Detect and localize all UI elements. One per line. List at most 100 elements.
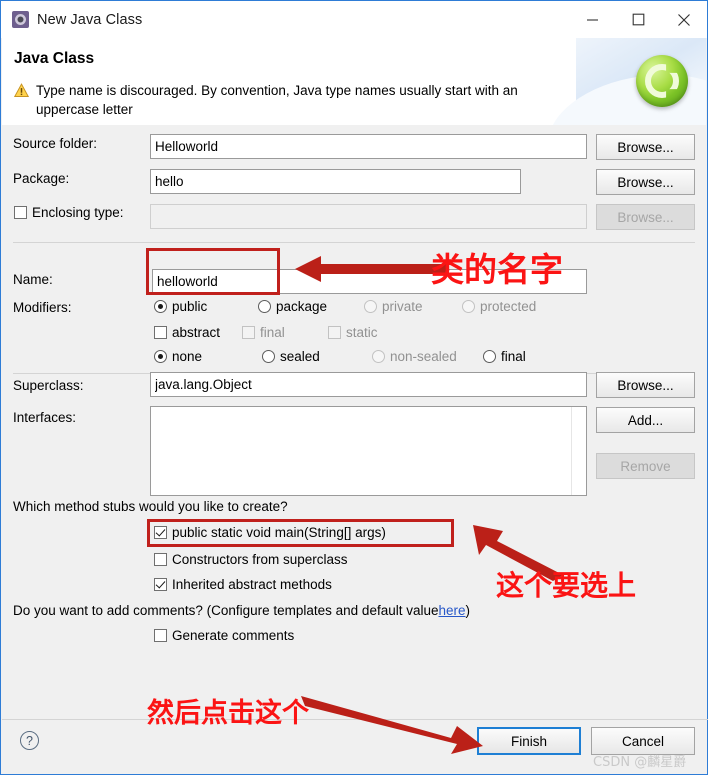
modifier-radio-protected[interactable]: protected [462,299,536,314]
warning-text: Type name is discouraged. By convention,… [36,83,518,117]
modifier-protected-label: protected [480,299,537,314]
window-controls [569,1,707,38]
name-label-wrap: Name: [13,272,53,287]
package-input[interactable] [150,169,521,194]
radio-non-sealed-dot [372,350,385,363]
divider-1 [13,242,695,243]
modifier-radio-package[interactable]: package [258,299,327,314]
package-browse-button[interactable]: Browse... [596,169,695,195]
interfaces-remove-button[interactable]: Remove [596,453,695,479]
modifier-abstract-label: abstract [172,325,221,340]
method-stubs-question-wrap: Which method stubs would you like to cre… [13,499,288,514]
enclosing-type-label: Enclosing type: [32,205,124,220]
modifiers-label: Modifiers: [13,300,72,315]
new-java-class-dialog: New Java Class Java Class Type name is d… [0,0,708,775]
radio-protected-dot [462,300,475,313]
page-title: Java Class [14,50,95,67]
radio-none-dot [154,350,167,363]
window-title: New Java Class [37,11,143,28]
enclosing-type-checkbox[interactable]: Enclosing type: [14,205,124,220]
title-bar: New Java Class [1,1,707,38]
annotation-text-finish: 然后点击这个 [147,698,309,729]
modifier-checkbox-final[interactable]: final [242,325,285,340]
checkbox-constructors-box [154,553,167,566]
modifier-radio-private[interactable]: private [364,299,423,314]
source-folder-browse-button[interactable]: Browse... [596,134,695,160]
stub-checkbox-inherited[interactable]: Inherited abstract methods [154,577,332,592]
annotation-text-stub: 这个要选上 [496,569,637,602]
radio-public-dot [154,300,167,313]
superclass-label-wrap: Superclass: [13,378,84,393]
stub-constructors-label: Constructors from superclass [172,552,348,567]
modifier-final-label: final [260,325,285,340]
warning-message: Type name is discouraged. By convention,… [14,81,571,119]
help-question-icon[interactable]: ? [20,731,39,750]
checkbox-final-box [242,326,255,339]
radio-private-dot [364,300,377,313]
modifier-radio-non-sealed[interactable]: non-sealed [372,349,457,364]
superclass-label: Superclass: [13,378,84,393]
interfaces-list[interactable] [150,406,587,496]
modifier-private-label: private [382,299,423,314]
interfaces-add-button[interactable]: Add... [596,407,695,433]
interfaces-scrollbar[interactable] [571,407,586,495]
superclass-browse-button[interactable]: Browse... [596,372,695,398]
modifier-checkbox-abstract[interactable]: abstract [154,325,220,340]
enclosing-type-input[interactable] [150,204,587,229]
modifier-checkbox-static[interactable]: static [328,325,378,340]
modifier-radio-public[interactable]: public [154,299,207,314]
source-folder-label: Source folder: [13,136,98,151]
interfaces-label-wrap: Interfaces: [13,410,76,425]
checkbox-inherited-box [154,578,167,591]
modifier-static-label: static [346,325,378,340]
checkbox-main-box [154,526,167,539]
dialog-banner: Java Class Type name is discouraged. By … [2,38,706,125]
stub-checkbox-main[interactable]: public static void main(String[] args) [154,525,386,540]
modifier-sealed-label: sealed [280,349,320,364]
source-folder-label-wrap: Source folder: [13,136,97,151]
generate-comments-label: Generate comments [172,628,295,643]
modifier-radio-final-sealed[interactable]: final [483,349,526,364]
modifier-public-label: public [172,299,208,314]
interfaces-label: Interfaces: [13,410,77,425]
name-label: Name: [13,272,53,287]
modifier-package-label: package [276,299,328,314]
minimize-button[interactable] [569,1,615,38]
checkbox-generate-comments-box [154,629,167,642]
modifier-none-label: none [172,349,203,364]
java-class-icon [12,11,29,28]
close-button[interactable] [661,1,707,38]
radio-package-dot [258,300,271,313]
footer-divider [2,719,708,720]
enclosing-type-browse-button[interactable]: Browse... [596,204,695,230]
eclipse-green-c-logo [636,55,688,107]
comments-question-suffix: ) [465,603,471,618]
modifier-radio-sealed[interactable]: sealed [262,349,320,364]
configure-templates-link[interactable]: here [439,603,466,618]
stub-main-label: public static void main(String[] args) [172,525,386,540]
stub-checkbox-constructors[interactable]: Constructors from superclass [154,552,348,567]
stub-inherited-label: Inherited abstract methods [172,577,332,592]
comments-question-wrap: Do you want to add comments? (Configure … [13,603,470,618]
radio-sealed-dot [262,350,275,363]
checkbox-abstract-box [154,326,167,339]
package-label: Package: [13,171,70,186]
package-label-wrap: Package: [13,171,69,186]
annotation-text-name: 类的名字 [431,250,563,289]
maximize-button[interactable] [615,1,661,38]
superclass-input[interactable] [150,372,587,397]
generate-comments-checkbox[interactable]: Generate comments [154,628,294,643]
modifier-non-sealed-label: non-sealed [390,349,457,364]
source-folder-input[interactable] [150,134,587,159]
comments-question-prefix: Do you want to add comments? (Configure … [13,603,439,618]
method-stubs-question: Which method stubs would you like to cre… [13,499,288,514]
finish-button[interactable]: Finish [477,727,581,755]
modifiers-label-wrap: Modifiers: [13,300,72,315]
radio-final-sealed-dot [483,350,496,363]
csdn-watermark: CSDN @麟星爵 [593,755,687,770]
warning-triangle-icon [14,83,29,98]
dialog-body: Source folder: Browse... Package: Browse… [2,125,708,773]
modifier-radio-none[interactable]: none [154,349,202,364]
modifier-final-sealed-label: final [501,349,526,364]
enclosing-type-checkbox-box [14,206,27,219]
